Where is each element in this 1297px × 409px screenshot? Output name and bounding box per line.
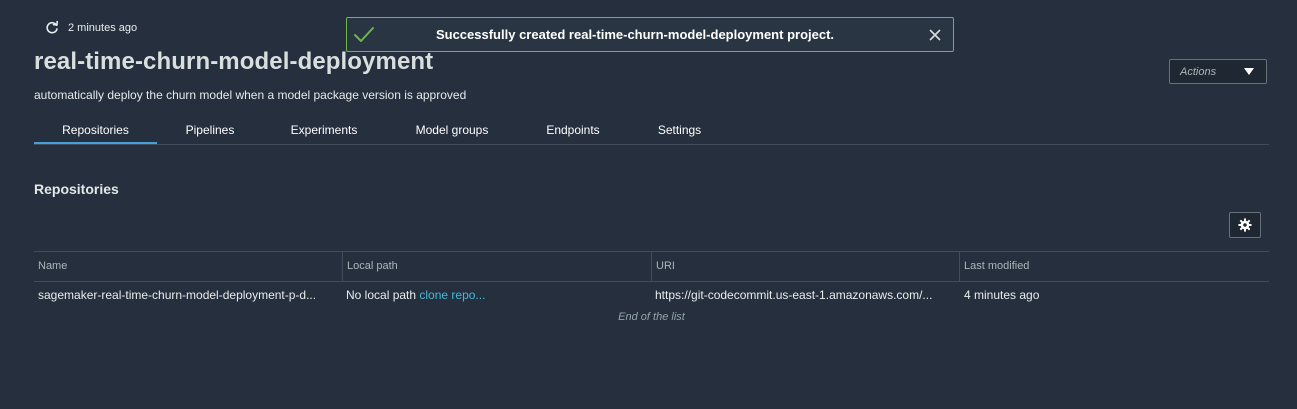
column-header-name[interactable]: Name (34, 252, 342, 281)
tab-settings[interactable]: Settings (654, 118, 705, 143)
success-toast: Successfully created real-time-churn-mod… (346, 17, 954, 52)
actions-dropdown[interactable]: Actions (1169, 59, 1267, 84)
project-page: 2 minutes ago Successfully created real-… (0, 0, 1297, 409)
table-settings-button[interactable] (1229, 212, 1261, 238)
actions-label: Actions (1180, 65, 1217, 78)
gear-icon (1238, 218, 1252, 232)
uri-cell: https://git-codecommit.us-east-1.amazona… (655, 288, 933, 302)
table-header: Name Local path URI Last modified (34, 251, 1269, 282)
tab-experiments[interactable]: Experiments (287, 118, 361, 143)
close-icon[interactable] (927, 27, 943, 43)
toast-message: Successfully created real-time-churn-mod… (435, 27, 835, 42)
section-title: Repositories (34, 181, 119, 197)
column-header-last-modified[interactable]: Last modified (959, 252, 1269, 281)
column-header-uri[interactable]: URI (651, 252, 959, 281)
refresh-icon[interactable] (44, 20, 60, 36)
page-description: automatically deploy the churn model whe… (34, 88, 467, 102)
local-path-cell: No local path clone repo... (342, 282, 647, 308)
repo-name-cell: sagemaker-real-time-churn-model-deployme… (38, 288, 317, 302)
clone-repo-link[interactable]: clone repo... (419, 288, 485, 302)
refresh-timestamp: 2 minutes ago (68, 22, 138, 34)
local-path-text: No local path (346, 288, 417, 302)
table-row[interactable]: sagemaker-real-time-churn-model-deployme… (34, 282, 1269, 308)
refresh-row: 2 minutes ago (44, 20, 137, 36)
repositories-table: Name Local path URI Last modified sagema… (34, 251, 1269, 323)
page-title: real-time-churn-model-deployment (34, 48, 434, 75)
tab-pipelines[interactable]: Pipelines (178, 118, 242, 143)
last-modified-cell: 4 minutes ago (964, 288, 1040, 302)
tab-bar: Repositories Pipelines Experiments Model… (34, 118, 1269, 145)
tab-model-groups[interactable]: Model groups (410, 118, 494, 143)
end-of-list-text: End of the list (618, 311, 685, 323)
caret-down-icon (1244, 67, 1254, 76)
tab-repositories[interactable]: Repositories (34, 118, 157, 144)
column-header-local-path[interactable]: Local path (342, 252, 651, 281)
check-icon (353, 26, 375, 44)
tab-endpoints[interactable]: Endpoints (542, 118, 604, 143)
